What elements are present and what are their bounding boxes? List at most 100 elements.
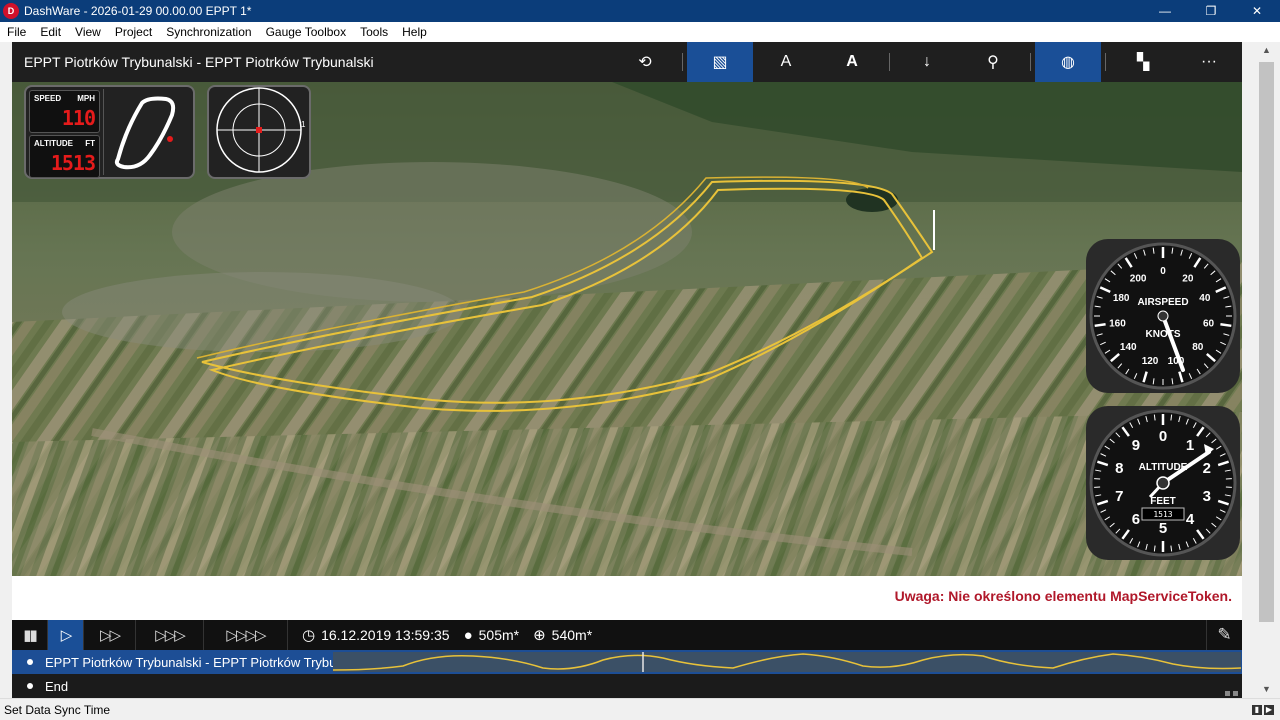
scroll-down-arrow-icon[interactable]: ▼ — [1253, 681, 1280, 698]
menu-help[interactable]: Help — [395, 25, 434, 39]
dial-scale-label: 3 — [1203, 488, 1211, 505]
timeline-mini-controls[interactable] — [1225, 691, 1238, 696]
dial-scale-label: 40 — [1199, 293, 1211, 304]
dial-scale-label: 200 — [1130, 273, 1147, 284]
menu-gauge-toolbox[interactable]: Gauge Toolbox — [259, 25, 354, 39]
speed-4x-button[interactable]: ▷▷▷▷ — [204, 620, 288, 650]
altimeter-readout: 1513 — [1153, 510, 1172, 519]
dial-scale-label: 180 — [1113, 293, 1130, 304]
airspeed-units: KNOTS — [1146, 329, 1181, 340]
menu-file[interactable]: File — [0, 25, 33, 39]
scroll-thumb[interactable] — [1259, 62, 1274, 622]
minimize-button[interactable]: — — [1142, 0, 1188, 22]
dial-scale-label: 140 — [1120, 342, 1137, 353]
bullet-icon — [27, 659, 33, 665]
digital-gauge-panel[interactable]: SPEED MPH 110 ALTITUDE FT 1513 — [24, 85, 195, 179]
speed-3x-button[interactable]: ▷▷▷ — [136, 620, 204, 650]
filled-text-icon[interactable]: A — [819, 42, 885, 82]
title-bar: D DashWare - 2026-01-29 00.00.00 EPPT 1*… — [0, 0, 1280, 22]
menu-synchronization[interactable]: Synchronization — [159, 25, 258, 39]
globe-small-icon: ⊕ — [533, 627, 546, 644]
menu-tools[interactable]: Tools — [353, 25, 395, 39]
globe-icon[interactable]: ◍ — [1035, 42, 1101, 82]
dial-scale-label: 5 — [1159, 520, 1167, 537]
altitude-unit: FT — [85, 139, 95, 148]
datetime-info: ◷ 16.12.2019 13:59:35 — [302, 626, 450, 644]
speed-unit: MPH — [77, 94, 95, 103]
dial-scale-label: 8 — [1115, 460, 1123, 477]
timeline-row-end[interactable]: End — [12, 674, 1242, 698]
status-play-icon[interactable]: ▶ — [1264, 704, 1274, 715]
crosshair-gauge[interactable]: 1 — [207, 85, 311, 179]
dashware-app-icon[interactable]: D — [3, 3, 19, 19]
data-waveform[interactable] — [333, 652, 1241, 672]
view-header: EPPT Piotrków Trybunalski - EPPT Piotrkó… — [12, 42, 1242, 82]
wrench-icon[interactable]: ✎ — [1206, 620, 1242, 650]
gauge-settings-icon[interactable]: ▚ — [1110, 42, 1176, 82]
bullet-icon — [27, 683, 33, 689]
speed-2x-button[interactable]: ▷▷ — [84, 620, 136, 650]
dial-scale-label: 4 — [1186, 511, 1195, 528]
status-bar: Set Data Sync Time ▮ ▶ — [0, 698, 1280, 720]
pause-button[interactable]: ▮▮ — [12, 620, 48, 650]
warning-bar: Uwaga: Nie określono elementu MapService… — [12, 576, 1242, 620]
scroll-up-arrow-icon[interactable]: ▲ — [1253, 42, 1280, 59]
menu-edit[interactable]: Edit — [33, 25, 68, 39]
maximize-button[interactable]: ❐ — [1188, 0, 1234, 22]
play-button[interactable]: ▷ — [48, 620, 84, 650]
speed-display: SPEED MPH 110 — [29, 90, 100, 133]
clock-icon: ◷ — [302, 627, 316, 644]
altimeter-gauge[interactable]: 0123456789 ALTITUDE FEET 1513 — [1084, 404, 1242, 562]
airspeed-gauge[interactable]: 020406080100120140160180200 AIRSPEED KNO… — [1084, 237, 1242, 395]
vertical-scrollbar[interactable]: ▲ ▼ — [1253, 42, 1280, 698]
transport-bar: ▮▮ ▷ ▷▷ ▷▷▷ ▷▷▷▷ ◷ 16.12.2019 13:59:35 ●… — [12, 620, 1242, 650]
timeline-row-label: EPPT Piotrków Trybunalski - EPPT Piotrkó… — [45, 654, 335, 670]
menu-view[interactable]: View — [68, 25, 108, 39]
altimeter-units: FEET — [1150, 496, 1176, 507]
toolbar-separator — [889, 53, 890, 71]
dial-scale-label: 0 — [1160, 266, 1166, 277]
menu-bar: File Edit View Project Synchronization G… — [0, 22, 1280, 42]
toolbar-separator — [1030, 53, 1031, 71]
altitude-display: ALTITUDE FT 1513 — [29, 135, 100, 178]
dial-scale-label: 9 — [1132, 437, 1140, 454]
position-marker — [167, 136, 173, 142]
dial-scale-label: 6 — [1132, 511, 1140, 528]
outlined-text-icon[interactable]: A — [753, 42, 819, 82]
close-button[interactable]: ✕ — [1234, 0, 1280, 22]
dial-scale-label: 7 — [1115, 488, 1123, 505]
track-outline — [114, 96, 176, 170]
map-view-icon[interactable]: ▧ — [687, 42, 753, 82]
edit-script-icon[interactable]: ⟲ — [612, 42, 678, 82]
dial-scale-label: 2 — [1203, 460, 1211, 477]
status-pause-icon[interactable]: ▮ — [1252, 704, 1262, 715]
elevation-info: ⊕ 540m* — [533, 626, 592, 644]
toolbar-separator — [682, 53, 683, 71]
compass-mark: 1 — [301, 120, 306, 129]
speed-label: SPEED — [34, 94, 62, 103]
dial-scale-label: 60 — [1203, 319, 1215, 330]
status-icons: ▮ ▶ — [1252, 704, 1274, 715]
map-3d-view[interactable]: SPEED MPH 110 ALTITUDE FT 1513 1 0 20 40… — [12, 82, 1242, 576]
view-toolbar: ⟲ ▧ A A ↓ ⚲ ◍ ▚ ··· — [612, 42, 1242, 82]
dial-scale-label: 20 — [1182, 273, 1194, 284]
dial-scale-label: 80 — [1192, 342, 1204, 353]
status-text: Set Data Sync Time — [4, 702, 111, 717]
map-token-warning: Uwaga: Nie określono elementu MapService… — [894, 588, 1232, 604]
window-title: DashWare - 2026-01-29 00.00.00 EPPT 1* — [24, 4, 252, 18]
menu-project[interactable]: Project — [108, 25, 159, 39]
more-icon[interactable]: ··· — [1176, 42, 1242, 82]
dial-scale-label: 0 — [1159, 428, 1167, 445]
elevation-info-value: 540m* — [551, 627, 593, 643]
pin-icon[interactable]: ⚲ — [960, 42, 1026, 82]
datetime-value: 16.12.2019 13:59:35 — [321, 627, 450, 643]
dashware-window: D DashWare - 2026-01-29 00.00.00 EPPT 1*… — [0, 0, 1280, 720]
toolbar-separator — [1105, 53, 1106, 71]
altitude-info: ● 505m* — [464, 627, 520, 644]
drop-icon: ● — [463, 626, 473, 644]
altitude-label: ALTITUDE — [34, 139, 73, 148]
dial-scale-label: 160 — [1109, 319, 1126, 330]
download-icon[interactable]: ↓ — [894, 42, 960, 82]
altitude-value: 1513 — [50, 151, 96, 175]
timeline-list: EPPT Piotrków Trybunalski - EPPT Piotrkó… — [12, 650, 1242, 698]
